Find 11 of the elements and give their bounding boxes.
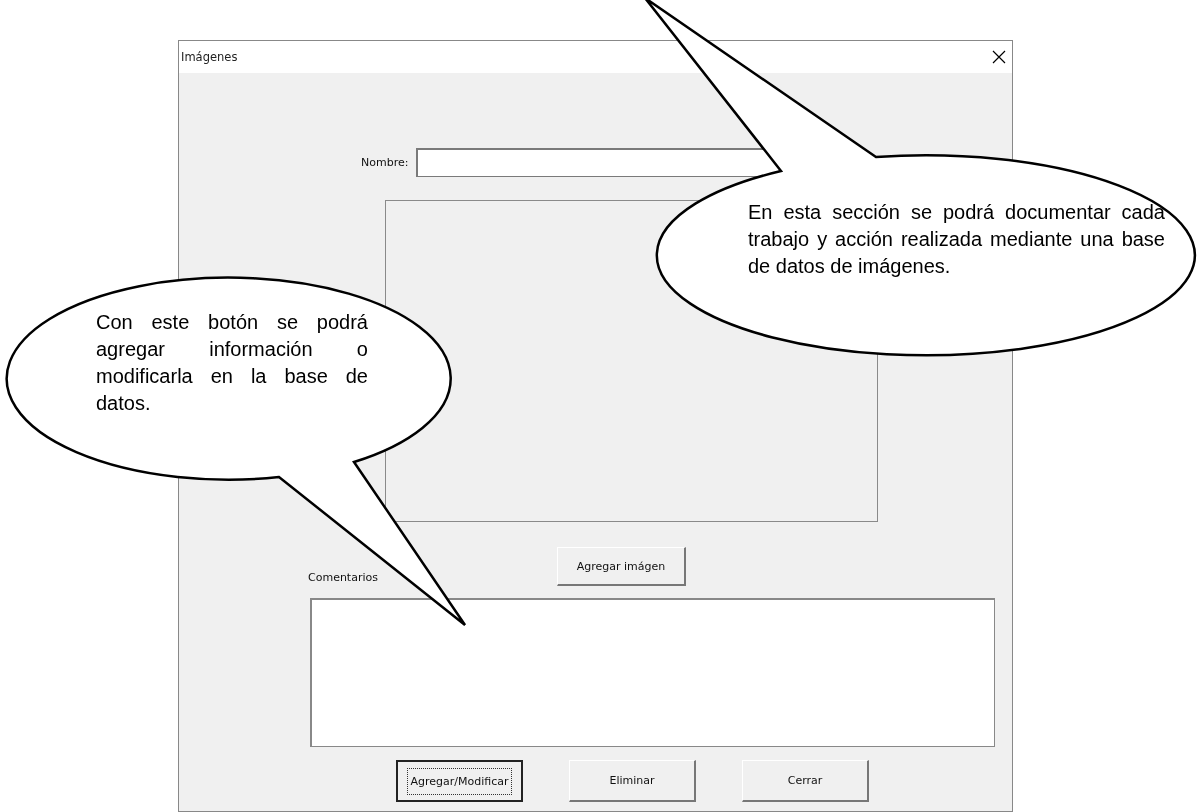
action-button[interactable]: Eliminar bbox=[569, 760, 696, 802]
window-title: Imágenes bbox=[181, 50, 238, 64]
callout-text: En esta sección se podrá documentar cada trabajo y acción realizada mediante una base de datos de imágenes. bbox=[748, 200, 1165, 279]
field-label: Nombre: bbox=[361, 156, 409, 169]
callout-text: Con este botón se podrá agregar información o modificarla en la base de datos. bbox=[96, 310, 368, 416]
add-image-button[interactable]: Agregar imágen bbox=[557, 547, 686, 586]
action-button[interactable]: Cerrar bbox=[742, 760, 869, 802]
close-icon[interactable] bbox=[992, 50, 1006, 64]
comments-field[interactable] bbox=[310, 598, 995, 747]
action-button[interactable]: Agregar/Modificar bbox=[396, 760, 523, 802]
field-label: Comentarios bbox=[307, 571, 379, 586]
